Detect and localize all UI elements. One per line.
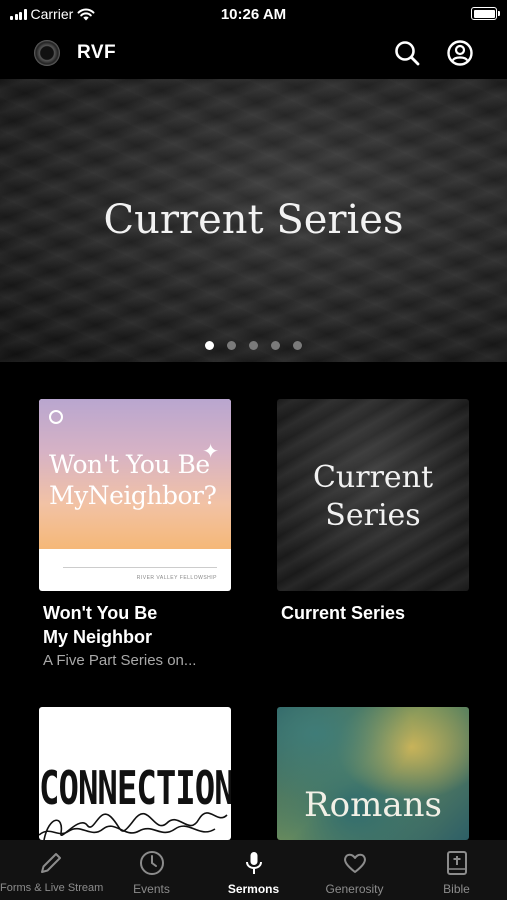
carousel-dot-5[interactable] [293,341,302,350]
carousel-dot-3[interactable] [249,341,258,350]
tab-events[interactable]: Events [101,840,202,900]
carousel-dot-1[interactable] [205,341,214,350]
hero-banner[interactable]: Current Series [0,79,507,362]
carousel-dot-2[interactable] [227,341,236,350]
carousel-dots[interactable] [0,341,507,350]
church-logo-icon[interactable] [34,40,60,66]
tab-generosity[interactable]: Generosity [304,840,405,900]
tab-label: Forms & Live Stream [0,882,104,894]
series-thumbnail[interactable]: ✦ Won't You Be MyNeighbor? RIVER VALLEY … [39,399,231,591]
series-title[interactable]: Current Series [277,601,469,625]
tab-bible[interactable]: Bible [406,840,507,900]
app-header: RVF [0,28,507,78]
microphone-icon [245,852,262,874]
series-thumbnail[interactable]: Current Series [277,399,469,591]
squiggle-art-icon [39,812,228,840]
series-title[interactable]: Won't You Be My Neighbor [39,601,231,649]
series-card-neighbor[interactable]: ✦ Won't You Be MyNeighbor? RIVER VALLEY … [39,399,231,669]
divider [63,567,217,568]
tab-label: Generosity [325,882,384,896]
bible-icon [446,851,467,875]
series-thumbnail[interactable]: CONNECTION [39,707,231,840]
logo-badge-icon [49,410,63,424]
heart-icon [343,853,366,873]
battery-icon [471,7,500,20]
clock-icon [139,851,164,875]
tab-label: Sermons [227,882,280,896]
carousel-dot-4[interactable] [271,341,280,350]
series-thumbnail[interactable]: Romans [277,707,469,840]
thumbnail-art-text: Romans [304,785,442,825]
account-icon[interactable] [446,39,474,67]
tab-label: Events [133,882,170,896]
pencil-icon [40,853,61,873]
series-card-romans[interactable]: Romans [277,707,469,840]
status-bar: Carrier 10:26 AM [0,0,507,28]
thumbnail-art-text: Won't You Be MyNeighbor? [49,450,217,510]
tab-sermons[interactable]: Sermons [203,840,304,900]
series-card-current[interactable]: Current Series Current Series [277,399,469,625]
series-card-connection[interactable]: CONNECTION [39,707,231,840]
status-time: 10:26 AM [220,6,287,23]
series-subtitle: A Five Part Series on... [43,652,197,669]
tab-bar: Forms & Live Stream Events Sermons Gener… [0,840,507,900]
thumbnail-caption: RIVER VALLEY FELLOWSHIP [136,575,217,581]
search-icon[interactable] [393,39,421,67]
tab-label: Bible [443,882,470,896]
tab-forms-live-stream[interactable]: Forms & Live Stream [0,840,104,900]
app-title: RVF [77,42,117,63]
hero-title: Current Series [103,197,404,243]
thumbnail-art-text: Current Series [312,460,434,533]
